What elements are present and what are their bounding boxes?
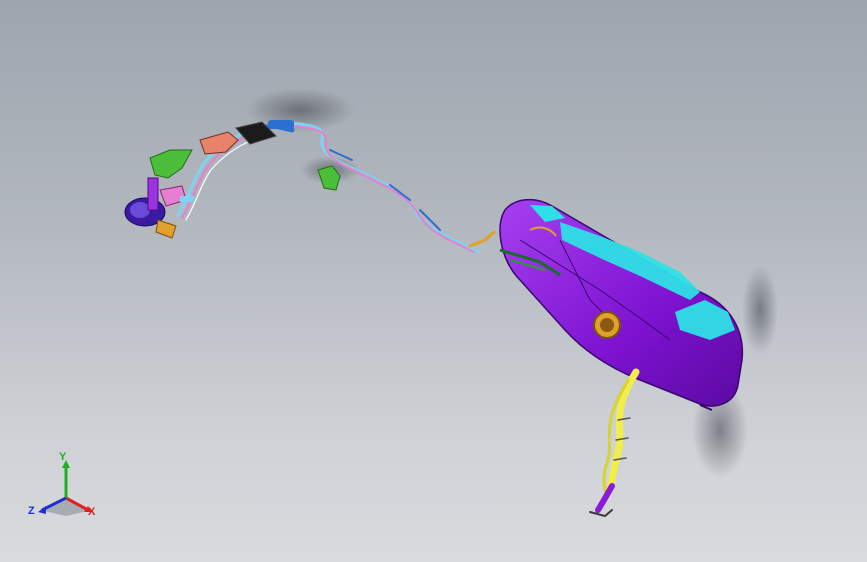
filler-neck[interactable] xyxy=(589,368,640,518)
coordinate-triad: X Y Z xyxy=(28,451,96,518)
z-axis-label: Z xyxy=(28,505,35,517)
x-axis-label: X xyxy=(88,506,96,518)
fuel-tank[interactable] xyxy=(499,198,744,411)
graphics-viewport[interactable]: X Y Z xyxy=(0,0,867,562)
y-axis-label: Y xyxy=(59,451,67,463)
fuel-system-3d-model[interactable] xyxy=(0,0,867,562)
fuel-pump-module[interactable] xyxy=(124,177,194,239)
evap-canister[interactable] xyxy=(199,120,294,155)
